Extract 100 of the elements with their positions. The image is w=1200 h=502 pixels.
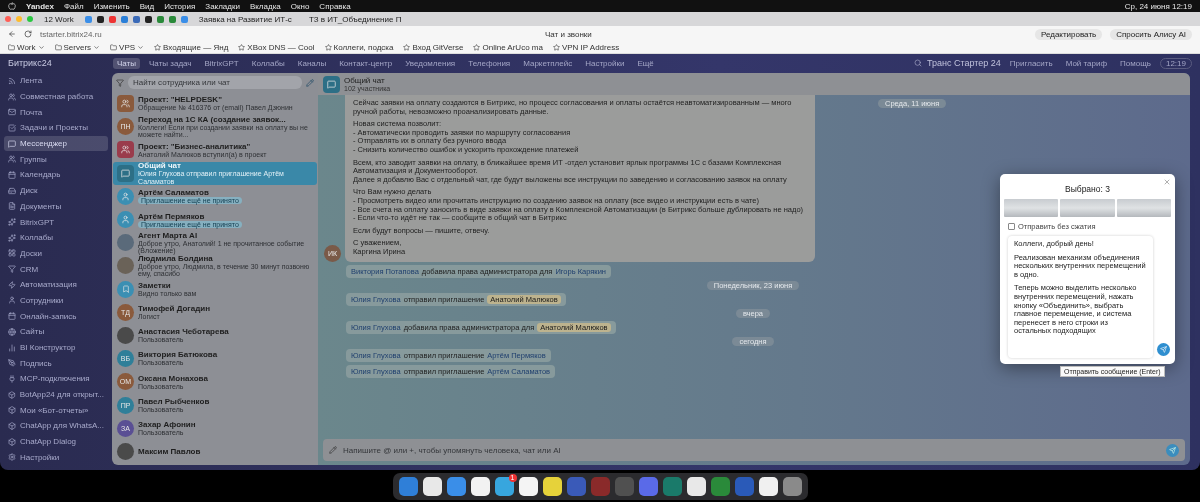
nav-item[interactable]: MCP-подключения (4, 371, 108, 387)
menu-item[interactable]: Справка (319, 1, 351, 11)
browser-tab[interactable]: ТЗ в ИТ_Объединение П (302, 13, 408, 25)
send-icon (1169, 446, 1176, 454)
nav-item[interactable]: Задачи и Проекты (4, 120, 108, 136)
tab-group[interactable]: 12 Work (38, 13, 80, 25)
menu-app-name[interactable]: Yandex (26, 1, 54, 11)
nav-item[interactable]: Сотрудники (4, 292, 108, 309)
bookmark-folder[interactable]: Servers (54, 43, 101, 52)
nav-item[interactable]: Группы (4, 151, 108, 168)
close-window-button[interactable] (5, 16, 11, 22)
lightning-icon (8, 280, 16, 289)
message-input[interactable]: Напишите @ или +, чтобы упомянуть человека, чат или AI (341, 444, 1162, 456)
chat-list-item[interactable]: Максим Павлов (113, 439, 317, 463)
dock-app-icon[interactable] (758, 476, 778, 496)
speech-bubble-icon (121, 168, 130, 178)
top-tab[interactable]: Телефония (464, 57, 515, 69)
dock-app-icon[interactable] (470, 476, 490, 496)
top-tab[interactable]: Контакт-центр (335, 57, 397, 69)
compose-icon[interactable] (306, 78, 314, 87)
top-tab[interactable]: Чаты (113, 57, 141, 69)
nav-item[interactable]: Мессенджер (4, 135, 108, 152)
bookmark-label: Work (17, 43, 36, 52)
toolbar-button[interactable]: Редактировать (1034, 28, 1103, 40)
nav-item[interactable]: BitrixGPT (4, 214, 108, 230)
menu-item[interactable]: Закладки (205, 1, 240, 11)
chat-name: Павел Рыбченков (138, 396, 210, 406)
nav-item[interactable]: Коллабы (4, 229, 108, 246)
nav-item[interactable]: Диск (4, 182, 108, 199)
send-button[interactable] (1157, 343, 1170, 356)
dock-app-icon[interactable] (542, 476, 562, 496)
top-tab[interactable]: Настройки (581, 57, 629, 69)
menu-item[interactable]: Окно (290, 1, 310, 11)
nav-item[interactable]: Доски (4, 245, 108, 262)
menu-item[interactable]: Файл (64, 1, 84, 11)
checkbox[interactable] (1008, 223, 1015, 230)
chat-name: Захар Афонин (138, 419, 196, 429)
bookmark-folder[interactable]: Work (8, 43, 45, 52)
chat-name: Максим Павлов (138, 446, 201, 456)
chevron-down-icon (137, 44, 145, 51)
back-icon[interactable] (8, 30, 16, 38)
dock-app-icon[interactable] (518, 476, 538, 496)
filter-icon[interactable] (116, 78, 124, 87)
header-link[interactable]: Помощь (1116, 57, 1155, 69)
top-tab[interactable]: Маркетплейс (519, 57, 577, 69)
drive-icon (8, 186, 16, 195)
search-field[interactable]: Найти сотрудника или чат (128, 76, 302, 89)
pencil-icon[interactable] (329, 446, 337, 454)
nav-item[interactable]: Онлайн-запись (4, 308, 108, 324)
top-tab[interactable]: Каналы (293, 57, 331, 69)
checkbox-icon (8, 123, 16, 132)
header-link[interactable]: Мой тариф (1061, 57, 1112, 69)
address-field[interactable]: tstarter.bitrix24.ru (40, 29, 102, 39)
top-tab[interactable]: Коллабы (247, 57, 289, 69)
nav-item[interactable]: Почта (4, 104, 108, 121)
menu-item[interactable]: История (164, 1, 196, 11)
people-icon (121, 145, 130, 155)
nav-item[interactable]: Подпись (4, 355, 108, 372)
close-button[interactable] (1163, 178, 1171, 186)
apple-icon[interactable] (8, 2, 16, 10)
nav-item[interactable]: Лента (4, 73, 108, 89)
star-icon (154, 44, 162, 51)
cube-icon (8, 421, 16, 430)
menu-item[interactable]: Вид (139, 1, 155, 11)
reload-icon[interactable] (24, 30, 32, 38)
nav-item[interactable]: Сайты (4, 324, 108, 340)
bookmark-folder[interactable]: VPS (110, 43, 145, 52)
nav-item[interactable]: BotApp24 для открыт... (4, 386, 108, 403)
chevron-down-icon (37, 44, 45, 51)
page-title: Чат и звонки (544, 29, 592, 39)
nav-item[interactable]: Автоматизация (4, 276, 108, 293)
folder-icon (8, 44, 15, 51)
cube-icon (8, 437, 16, 446)
header-link[interactable]: Пригласить (1005, 57, 1057, 69)
search-icon[interactable] (913, 59, 922, 67)
dock-app-icon[interactable] (686, 476, 706, 496)
nav-item[interactable]: Мои «Бот-отчеты» (4, 402, 108, 419)
message-field[interactable]: Напишите @ или +, чтобы упомянуть человека, чат или AI (323, 439, 1185, 461)
browser-tab[interactable]: Заявка на Развитие ИТ-с (192, 13, 298, 25)
person-icon (121, 215, 130, 225)
top-tab[interactable]: Уведомления (401, 57, 460, 69)
nav-item[interactable]: ChatApp для WhatsA... (4, 418, 108, 434)
chat-name: Артём Саламатов (138, 188, 210, 198)
dock-app-icon[interactable] (422, 476, 442, 496)
top-tab[interactable]: BitrixGPT (200, 57, 243, 69)
nav-item[interactable]: Совместная работа (4, 88, 108, 105)
nav-item[interactable]: CRM (4, 261, 108, 277)
top-tab[interactable]: Чаты задач (145, 57, 196, 69)
person-icon (121, 191, 130, 201)
nav-item[interactable]: Календарь (4, 167, 108, 183)
send-button[interactable] (1166, 443, 1179, 457)
menu-item[interactable]: Вкладка (249, 1, 281, 11)
top-tab[interactable]: Ещё (633, 57, 658, 69)
nav-item[interactable]: Документы (4, 198, 108, 215)
folder-icon (110, 44, 118, 51)
toolbar-button[interactable]: Спросить Алису AI (1110, 28, 1192, 40)
menu-item[interactable]: Изменить (93, 1, 130, 11)
nav-item[interactable]: ChatApp Dialog (4, 433, 108, 450)
nav-item[interactable]: BI Конструктор (4, 339, 108, 356)
nav-item[interactable]: Настройки (4, 449, 108, 466)
